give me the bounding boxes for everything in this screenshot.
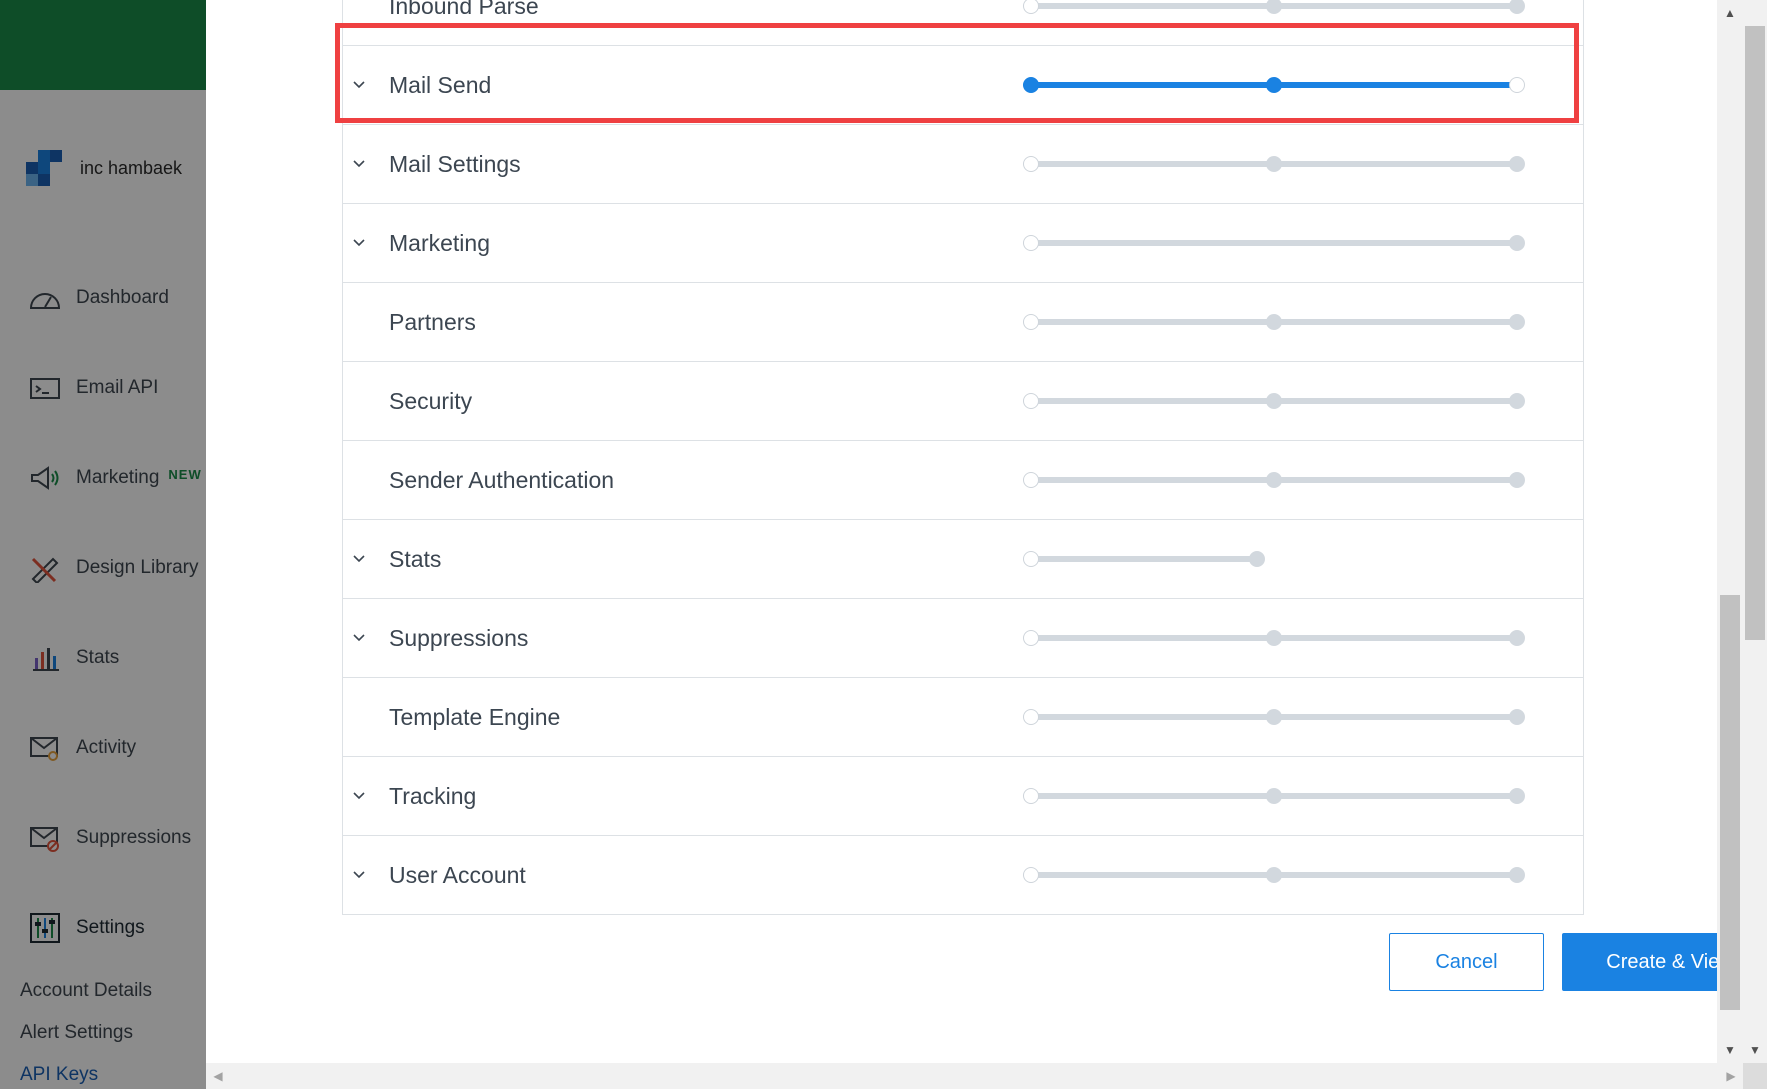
access-level-slider[interactable] xyxy=(1023,472,1525,488)
slider-stop[interactable] xyxy=(1023,867,1039,883)
slider-stop[interactable] xyxy=(1266,630,1282,646)
slider-stop[interactable] xyxy=(1023,314,1039,330)
slider-stop[interactable] xyxy=(1509,393,1525,409)
create-and-view-button[interactable]: Create & View xyxy=(1562,933,1717,991)
modal-panel: Inbound Parse Mail Send Mail Settings Marke… xyxy=(206,0,1717,1063)
slider-stop[interactable] xyxy=(1509,235,1525,251)
slider-stop[interactable] xyxy=(1023,156,1039,172)
permission-label: User Account xyxy=(389,861,526,888)
permission-label: Inbound Parse xyxy=(389,0,539,19)
slider-stop[interactable] xyxy=(1023,788,1039,804)
permission-label: Suppressions xyxy=(389,624,529,651)
scroll-down-arrow-icon[interactable]: ▼ xyxy=(1717,1037,1743,1063)
access-level-slider[interactable] xyxy=(1023,156,1525,172)
access-level-slider[interactable] xyxy=(1023,551,1523,567)
permission-label: Partners xyxy=(389,308,476,335)
scroll-left-arrow-icon[interactable]: ◀ xyxy=(206,1063,230,1089)
permission-row: Template Engine xyxy=(343,677,1583,756)
slider-stop[interactable] xyxy=(1509,788,1525,804)
modal-backdrop[interactable] xyxy=(0,0,206,1089)
chevron-down-icon[interactable] xyxy=(351,630,367,646)
slider-stop[interactable] xyxy=(1509,709,1525,725)
slider-stop[interactable] xyxy=(1023,0,1039,14)
chevron-down-icon[interactable] xyxy=(351,551,367,567)
page-vertical-scrollbar[interactable]: ▼ xyxy=(1743,0,1767,1063)
cancel-button[interactable]: Cancel xyxy=(1389,933,1544,991)
chevron-down-icon[interactable] xyxy=(351,788,367,804)
chevron-down-icon[interactable] xyxy=(351,156,367,172)
slider-stop[interactable] xyxy=(1266,709,1282,725)
permission-label: Mail Settings xyxy=(389,150,521,177)
permission-row: Tracking xyxy=(343,756,1583,835)
slider-stop[interactable] xyxy=(1023,709,1039,725)
slider-stop[interactable] xyxy=(1023,551,1039,567)
slider-stop[interactable] xyxy=(1266,867,1282,883)
access-level-slider[interactable] xyxy=(1023,630,1525,646)
slider-stop[interactable] xyxy=(1266,472,1282,488)
permission-label: Marketing xyxy=(389,229,490,256)
slider-stop[interactable] xyxy=(1509,472,1525,488)
permission-row: Security xyxy=(343,361,1583,440)
scrollbar-thumb[interactable] xyxy=(1745,26,1765,640)
slider-stop[interactable] xyxy=(1509,630,1525,646)
permission-label: Tracking xyxy=(389,782,477,809)
permission-row: Partners xyxy=(343,282,1583,361)
highlight-annotation-box xyxy=(335,23,1579,123)
permission-row: User Account xyxy=(343,835,1583,914)
permissions-table: Inbound Parse Mail Send Mail Settings Marke… xyxy=(342,0,1584,915)
slider-stop[interactable] xyxy=(1266,0,1282,14)
permission-label: Sender Authentication xyxy=(389,466,615,493)
permission-row: Suppressions xyxy=(343,598,1583,677)
scrollbar-corner xyxy=(1743,1063,1767,1089)
modal-vertical-scrollbar[interactable]: ▲ ▼ xyxy=(1717,0,1743,1063)
permission-label: Stats xyxy=(389,545,442,572)
chevron-down-icon[interactable] xyxy=(351,867,367,883)
scroll-right-arrow-icon[interactable]: ▶ xyxy=(1719,1063,1743,1089)
slider-stop[interactable] xyxy=(1266,314,1282,330)
permission-label: Template Engine xyxy=(389,703,561,730)
scroll-down-arrow-icon[interactable]: ▼ xyxy=(1743,1037,1767,1063)
horizontal-scrollbar[interactable]: ◀ ▶ xyxy=(206,1063,1743,1089)
access-level-slider[interactable] xyxy=(1023,788,1525,804)
slider-track xyxy=(1023,240,1523,246)
access-level-slider[interactable] xyxy=(1023,393,1525,409)
chevron-down-icon[interactable] xyxy=(351,235,367,251)
access-level-slider[interactable] xyxy=(1023,0,1525,14)
slider-stop[interactable] xyxy=(1023,630,1039,646)
slider-stop[interactable] xyxy=(1266,393,1282,409)
permission-row: Marketing xyxy=(343,203,1583,282)
slider-stop[interactable] xyxy=(1266,156,1282,172)
scroll-up-arrow-icon[interactable]: ▲ xyxy=(1717,0,1743,26)
slider-stop[interactable] xyxy=(1023,235,1039,251)
access-level-slider[interactable] xyxy=(1023,314,1525,330)
access-level-slider[interactable] xyxy=(1023,867,1525,883)
permission-row: Sender Authentication xyxy=(343,440,1583,519)
slider-stop[interactable] xyxy=(1509,156,1525,172)
access-level-slider[interactable] xyxy=(1023,709,1525,725)
access-level-slider[interactable] xyxy=(1023,235,1525,251)
slider-stop[interactable] xyxy=(1509,0,1525,14)
slider-track xyxy=(1023,556,1263,562)
permission-row: Mail Settings xyxy=(343,124,1583,203)
permission-row: Stats xyxy=(343,519,1583,598)
slider-stop[interactable] xyxy=(1509,867,1525,883)
slider-stop[interactable] xyxy=(1266,788,1282,804)
scrollbar-thumb[interactable] xyxy=(1720,595,1740,1010)
permission-label: Security xyxy=(389,387,473,414)
slider-stop[interactable] xyxy=(1509,314,1525,330)
slider-stop[interactable] xyxy=(1023,393,1039,409)
slider-stop[interactable] xyxy=(1249,551,1265,567)
slider-stop[interactable] xyxy=(1023,472,1039,488)
